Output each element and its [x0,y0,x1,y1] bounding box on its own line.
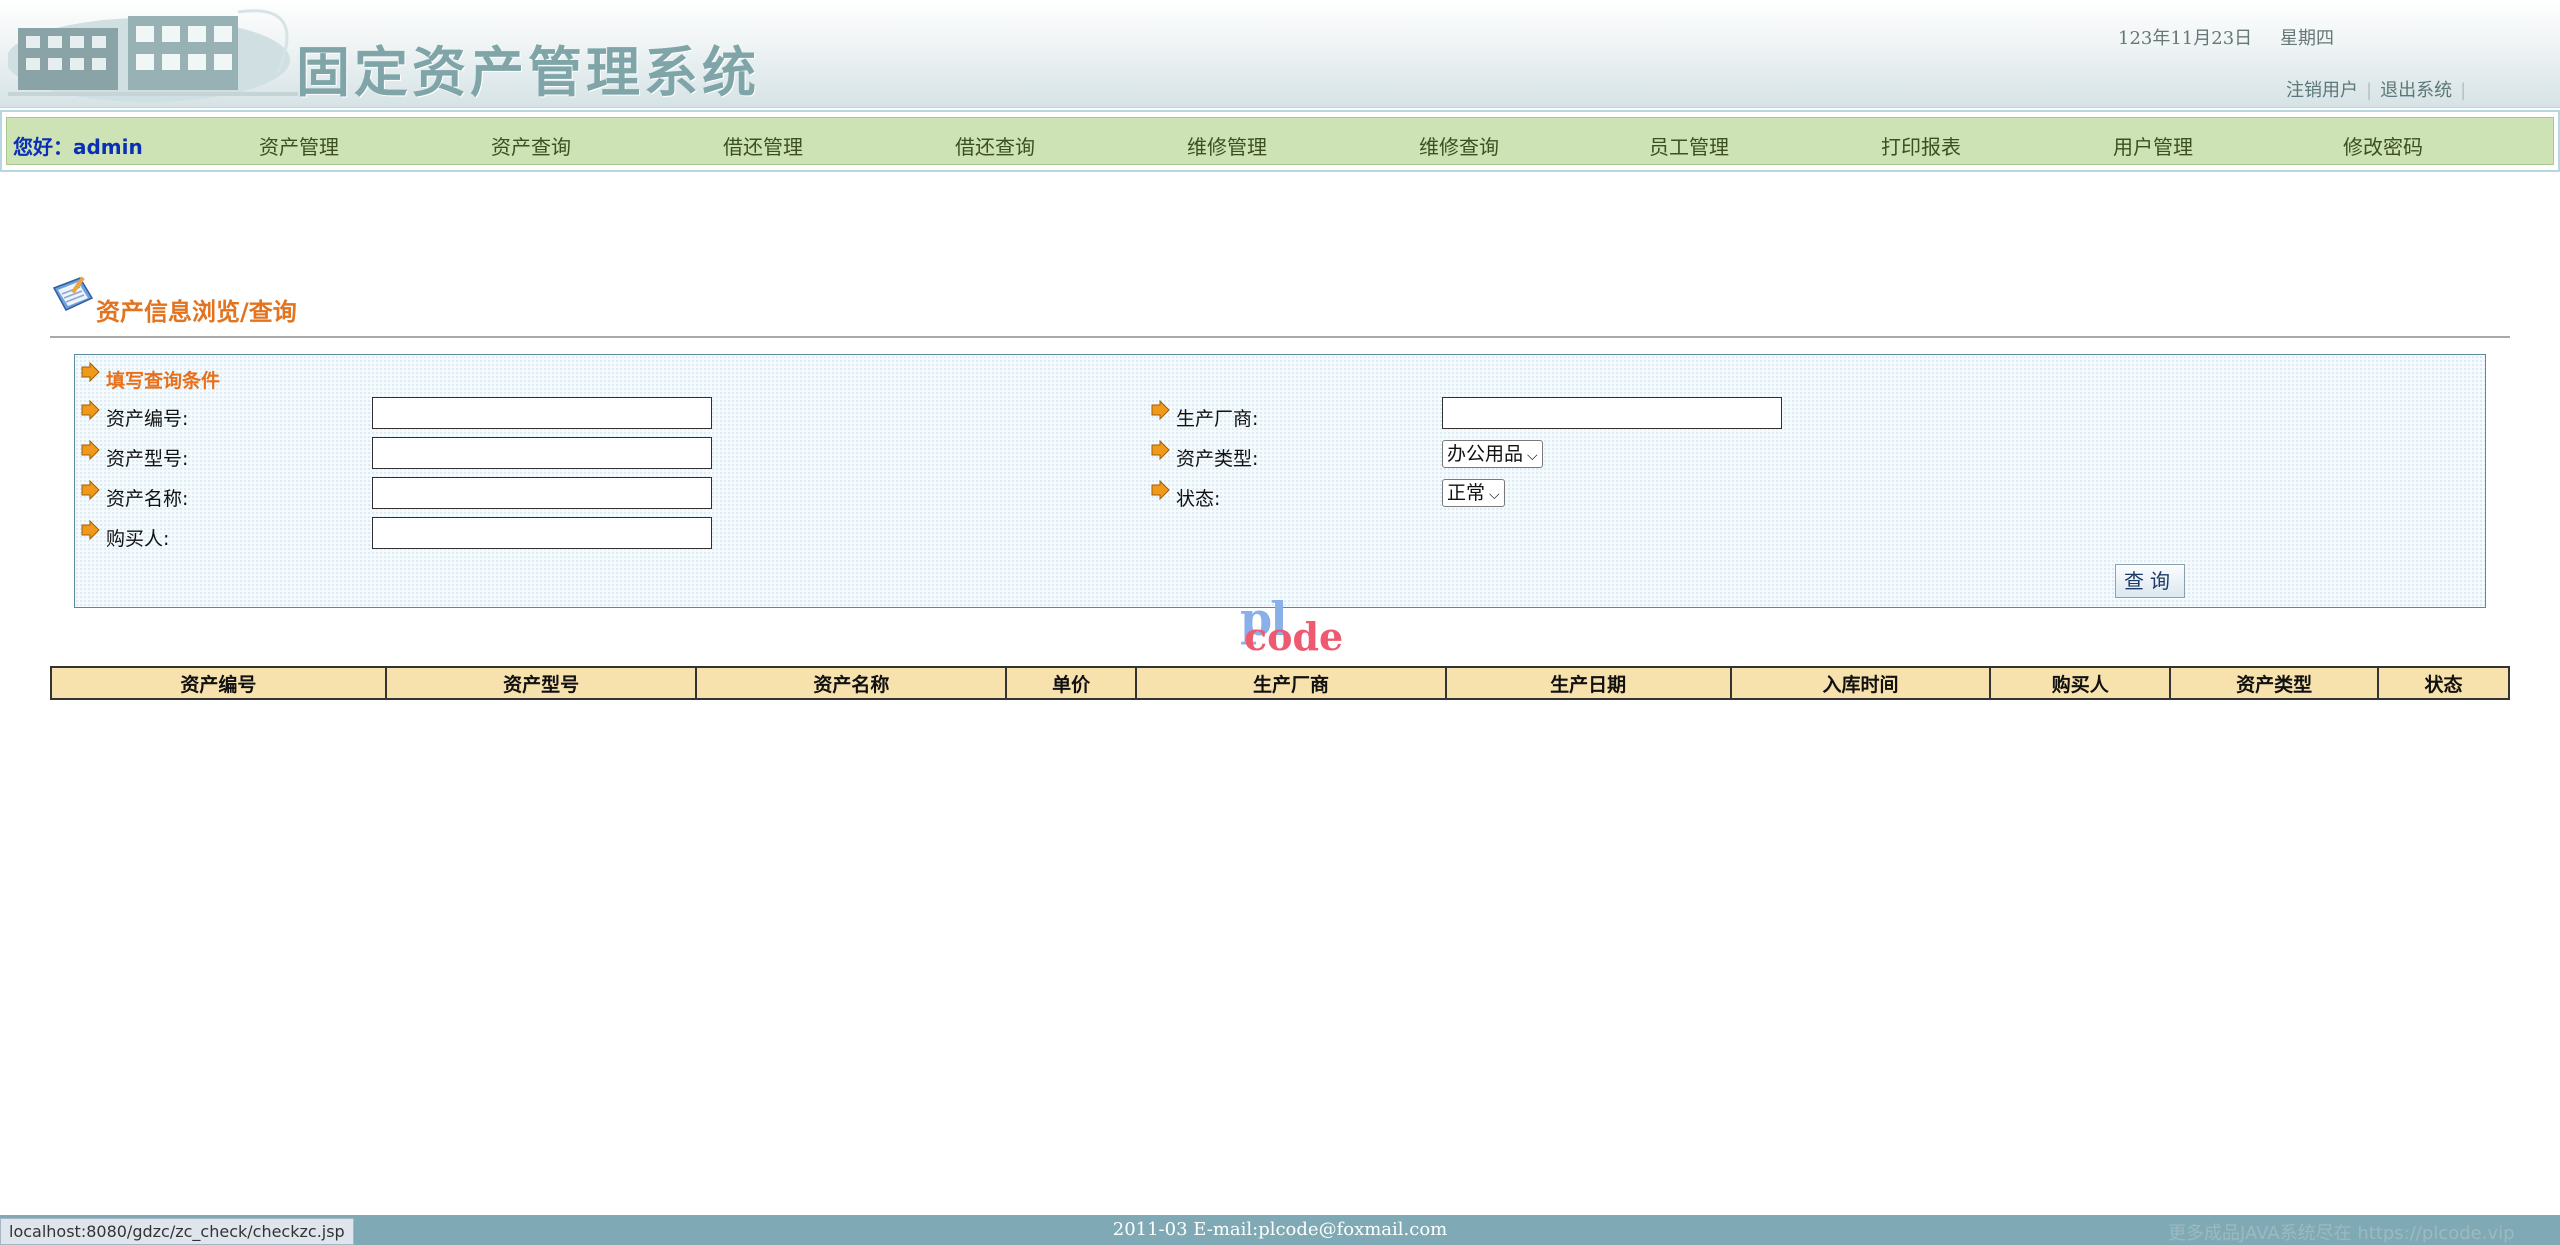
page-title: 资产信息浏览/查询 [96,298,297,326]
asset-no-input[interactable] [372,397,712,429]
asset-type-label: 资产类型: [1176,448,1259,470]
link-separator: | [2366,80,2373,101]
asset-type-select[interactable]: 办公用品 ⌵ [1442,440,1543,468]
notebook-icon [52,276,94,311]
col-production-date: 生产日期 [1444,666,1732,700]
table-header-row: 资产编号 资产型号 资产名称 单价 生产厂商 生产日期 入库时间 购买人 资产类… [50,666,2510,700]
manufacturer-label: 生产厂商: [1176,408,1259,430]
title-divider [50,336,2510,338]
buyer-input[interactable] [372,517,712,549]
orange-arrow-icon [1151,480,1170,500]
nav-item-repair-query[interactable]: 维修查询 [1343,131,1575,160]
nav-item-staff-management[interactable]: 员工管理 [1573,131,1805,160]
asset-name-label: 资产名称: [106,488,189,510]
system-title: 固定资产管理系统 [296,40,760,104]
watermark-code: code [1244,614,1344,659]
col-asset-name: 资产名称 [695,666,1008,700]
asset-name-input[interactable] [372,477,712,509]
result-table: 资产编号 资产型号 资产名称 单价 生产厂商 生产日期 入库时间 购买人 资产类… [50,666,2510,700]
orange-arrow-icon [81,400,100,420]
status-value: 正常 [1447,482,1486,504]
main-nav: 您好：admin 资产管理 资产查询 借还管理 借还查询 维修管理 维修查询 员… [6,117,2554,165]
header-banner: 固定资产管理系统 123年11月23日 星期四 注销用户 | 退出系统 | [0,0,2560,108]
query-button[interactable]: 查询 [2115,564,2185,598]
nav-item-borrow-query[interactable]: 借还查询 [879,131,1111,160]
asset-model-input[interactable] [372,437,712,469]
plcode-watermark: pl code [1240,592,1343,659]
nav-item-asset-management[interactable]: 资产管理 [183,131,415,160]
status-select[interactable]: 正常 ⌵ [1442,479,1505,507]
orange-arrow-icon [81,440,100,460]
logout-user-link[interactable]: 注销用户 [2286,80,2358,101]
status-label: 状态: [1176,488,1221,510]
footer-watermark: 更多成品JAVA系统尽在 https://plcode.vip [2168,1223,2515,1244]
asset-type-value: 办公用品 [1447,443,1524,465]
col-unit-price: 单价 [1005,666,1138,700]
nav-item-borrow-management[interactable]: 借还管理 [647,131,879,160]
exit-system-link[interactable]: 退出系统 [2380,80,2452,101]
orange-arrow-icon [81,480,100,500]
orange-arrow-icon [1151,400,1170,420]
link-separator: | [2460,80,2467,101]
orange-arrow-icon [81,362,100,382]
footer: 2011-03 E-mail:plcode@foxmail.com 更多成品JA… [0,1215,2560,1245]
header-links: 注销用户 | 退出系统 | [2286,76,2474,102]
manufacturer-input[interactable] [1442,397,1782,429]
col-manufacturer: 生产厂商 [1135,666,1447,700]
nav-frame: 您好：admin 资产管理 资产查询 借还管理 借还查询 维修管理 维修查询 员… [0,110,2560,172]
buyer-label: 购买人: [106,528,170,550]
form-heading: 填写查询条件 [106,370,221,392]
col-stock-in-time: 入库时间 [1729,666,1992,700]
nav-item-repair-management[interactable]: 维修管理 [1111,131,1343,160]
nav-item-asset-query[interactable]: 资产查询 [415,131,647,160]
col-buyer: 购买人 [1989,666,2172,700]
nav-item-change-password[interactable]: 修改密码 [2267,131,2499,160]
building-logo-icon [8,9,298,102]
status-bar-url: localhost:8080/gdzc/zc_check/checkzc.jsp [0,1218,354,1245]
asset-no-label: 资产编号: [106,408,189,430]
col-asset-type: 资产类型 [2169,666,2380,700]
chevron-down-icon: ⌵ [1489,487,1500,503]
user-greeting: 您好：admin [13,135,143,159]
header-date: 123年11月23日 [2118,28,2253,49]
asset-model-label: 资产型号: [106,448,189,470]
col-asset-model: 资产型号 [384,666,698,700]
col-asset-no: 资产编号 [50,666,387,700]
col-status: 状态 [2377,666,2510,700]
chevron-down-icon: ⌵ [1527,448,1538,464]
nav-item-user-management[interactable]: 用户管理 [2037,131,2269,160]
orange-arrow-icon [1151,440,1170,460]
header-weekday: 星期四 [2280,28,2334,49]
orange-arrow-icon [81,520,100,540]
nav-item-print-report[interactable]: 打印报表 [1805,131,2037,160]
